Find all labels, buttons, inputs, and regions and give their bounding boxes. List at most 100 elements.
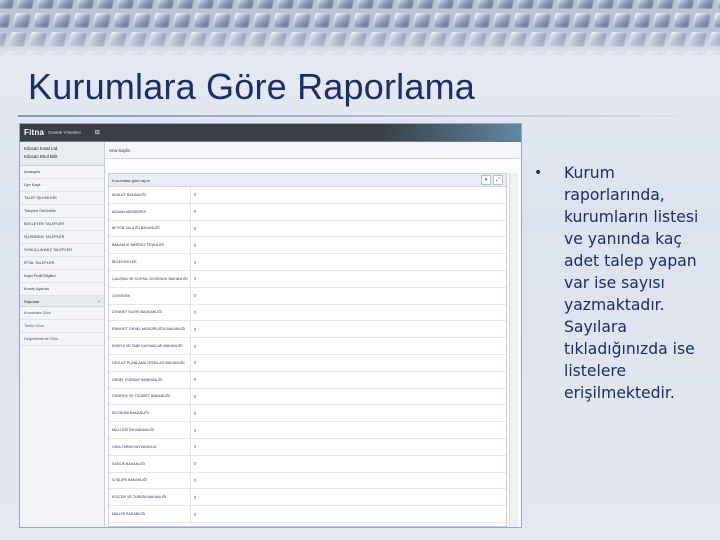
table-row: AFYON VALİLİĞİ BAKANLIĞI 0 [109, 220, 506, 238]
institution-name: ÇALIŞMA VE SOSYAL GÜVENLİK BAKANLIĞI [109, 270, 191, 287]
user-name: Kilosan İnsat Ltd. [24, 146, 59, 151]
table-row: BELEDİYELER 0 [109, 254, 506, 271]
request-count-link[interactable]: 0 [191, 461, 196, 466]
table-row: KÜLTÜR VE TURİZM BAKANLIĞI 0 [109, 489, 506, 507]
slide-title: Kurumlara Göre Raporlama [28, 66, 475, 107]
request-count-link[interactable]: 0 [191, 260, 196, 265]
institution-name: GIDA TARIM HAYVANCILIK [109, 438, 191, 455]
request-count-link[interactable]: 0 [191, 512, 196, 517]
chevron-up-icon[interactable]: ^ [98, 299, 100, 304]
sidebar-item[interactable]: Kayıt Profil Bilgileri [20, 270, 104, 283]
institution-name: ÇEKİRDEK [109, 287, 191, 304]
table-row: ÇALIŞMA VE SOSYAL GÜVENLİK BAKANLIĞI 0 [109, 270, 506, 288]
main-breadcrumb[interactable]: Ana Sayfa [105, 142, 521, 159]
sidebar-report-item[interactable]: Kurumlara Göre [20, 307, 104, 320]
institution-name: ADNAN MENDERES [109, 203, 191, 220]
request-count-link[interactable]: 0 [191, 411, 196, 416]
sidebar-item[interactable]: Üye Kayıt [20, 179, 104, 192]
table-row: ÇEKİRDEK 0 [109, 287, 506, 305]
sidebar-report-item[interactable]: Tarihe Göre [20, 320, 104, 333]
report-panel: Kurumlara göre rapor ▾ ⤢ ADALET BAKANLIĞ… [108, 173, 507, 527]
institution-name: SAĞLIK BAKANLIĞI [109, 455, 191, 472]
sidebar-item[interactable]: Kurum Ayarları [20, 283, 104, 296]
institution-name: ULAŞTIRMA BAKANLIĞI [109, 522, 191, 527]
sidebar-item[interactable]: İŞLEMDEKİ TALEPLER [20, 231, 104, 244]
request-count-link[interactable]: 0 [191, 310, 196, 315]
table-row: ENERJİ VE TABİİ KAYNAKLAR BAKANLIĞI 0 [109, 338, 506, 355]
sidebar-item[interactable]: TALEP İŞLEMLERİ [20, 192, 104, 205]
request-count-link[interactable]: 0 [191, 495, 196, 500]
institution-name: BELEDİYELER [109, 254, 191, 270]
institution-name: DİYANET İŞLERİ BAŞKANLIĞI [109, 304, 191, 321]
request-count-link[interactable]: 0 [191, 377, 196, 382]
sidebar-item[interactable]: Anasayfa [20, 166, 104, 179]
table-row: ADNAN MENDERES 0 [109, 203, 506, 221]
expand-icon[interactable]: ⤢ [493, 175, 503, 185]
institution-name: KÜLTÜR VE TURİZM BAKANLIĞI [109, 489, 191, 506]
request-count-link[interactable]: 0 [191, 293, 196, 298]
request-count-link[interactable]: 0 [191, 444, 196, 449]
institution-name: DEVLET PLANLAMA TEŞKİLATI BAKANLIĞI [109, 354, 191, 371]
institution-name: EKONOMİ BAKANLIĞI [109, 405, 191, 422]
table-row: ADALET BAKANLIĞI 0 [109, 187, 506, 204]
sidebar-item[interactable]: İPTAL TALEPLER [20, 257, 104, 270]
menu-toggle-icon[interactable]: ⊟ [95, 129, 100, 136]
sidebar-user-info: Kilosan İnsat Ltd. Kilosan Ekol Bilit [20, 142, 104, 166]
table-row: EKONOMİ BAKANLIĞI 0 [109, 405, 506, 423]
sidebar-item[interactable]: Talepleri Görüntüle [20, 205, 104, 218]
request-count-link[interactable]: 0 [191, 360, 196, 365]
app-logo[interactable]: Fitna [24, 128, 44, 137]
sidebar-item[interactable]: BEKLEYEN TALEPLER [20, 218, 104, 231]
sidebar: Kilosan İnsat Ltd. Kilosan Ekol Bilit An… [20, 142, 105, 527]
table-row: GIDA TARIM HAYVANCILIK 0 [109, 438, 506, 456]
sidebar-reports-menu: Kurumlara Göre Tarihe Göre Değerlendirme G… [20, 307, 104, 346]
report-table: ADALET BAKANLIĞI 0 ADNAN MENDERES 0 AFYON VA… [109, 187, 506, 527]
report-panel-header: Kurumlara göre rapor ▾ ⤢ [109, 174, 506, 187]
table-row: ULAŞTIRMA BAKANLIĞI0 [109, 522, 506, 527]
table-row: EMNİYET GENEL MÜDÜRLÜĞÜ BAKANLIĞI 0 [109, 321, 506, 339]
institution-name: AFYON VALİLİĞİ BAKANLIĞI [109, 220, 191, 237]
vertical-scrollbar[interactable] [509, 173, 518, 527]
request-count-link[interactable]: 0 [191, 327, 196, 332]
app-screenshot: Fitna Destek Yönetimi ⊟ Kilosan İnsat Lt… [19, 123, 522, 528]
request-count-link[interactable]: 0 [191, 209, 196, 214]
request-count-link[interactable]: 0 [191, 276, 196, 281]
main-content: Ana Sayfa Kurumlara göre rapor ▾ ⤢ ADALE… [105, 142, 521, 527]
request-count-link[interactable]: 0 [191, 226, 196, 231]
institution-name: BAKANLIK MERKEZ TEŞKİLATI [109, 237, 191, 254]
sidebar-report-item[interactable]: Değerlendirme Göre [20, 333, 104, 346]
request-count-link[interactable]: 0 [191, 243, 196, 248]
institution-name: GÜMRÜK VE TİCARET BAKANLIĞI [109, 388, 191, 405]
collapse-icon[interactable]: ▾ [481, 175, 491, 185]
decorative-banner [0, 0, 720, 55]
bullet-text: Kurum raporlarında, kurumların listesi v… [564, 164, 699, 402]
institution-name: ENERJİ VE TABİİ KAYNAKLAR BAKANLIĞI [109, 338, 191, 354]
table-row: MALİYE BAKANLIĞI 0 [109, 506, 506, 523]
table-row: BAKANLIK MERKEZ TEŞKİLATI 0 [109, 237, 506, 255]
sidebar-section-reports[interactable]: Raporlar ^ [20, 296, 104, 307]
app-logo-subtitle: Destek Yönetimi [48, 130, 81, 135]
bullet-icon: • [534, 165, 543, 181]
title-underline [18, 115, 698, 117]
table-row: SAĞLIK BAKANLIĞI 0 [109, 455, 506, 473]
request-count-link[interactable]: 0 [191, 344, 196, 349]
institution-name: ADALET BAKANLIĞI [109, 187, 191, 203]
institution-name: MALİYE BAKANLIĞI [109, 506, 191, 522]
request-count-link[interactable]: 0 [191, 478, 196, 483]
table-row: MİLLİ EĞİTİM BAKANLIĞI 0 [109, 422, 506, 439]
banner-fade [0, 0, 720, 55]
table-row: GÜMRÜK VE TİCARET BAKANLIĞI 0 [109, 388, 506, 406]
user-organization: Kilosan Ekol Bilit [24, 154, 58, 159]
table-row: İÇİŞLERİ BAKANLIĞI 0 [109, 472, 506, 490]
sidebar-menu: Anasayfa Üye Kayıt TALEP İŞLEMLERİ Talepler… [20, 166, 104, 296]
sidebar-section-label: Raporlar [24, 298, 40, 304]
table-row: DİYANET İŞLERİ BAŞKANLIĞI 0 [109, 304, 506, 322]
sidebar-item[interactable]: SONUÇLANMIŞ TALEPLER [20, 244, 104, 257]
institution-name: GENEL KURMAY BAŞKANLIĞI [109, 371, 191, 388]
report-panel-title: Kurumlara göre rapor [112, 177, 151, 183]
request-count-link[interactable]: 0 [191, 192, 196, 197]
request-count-link[interactable]: 0 [191, 394, 196, 399]
app-header: Fitna Destek Yönetimi ⊟ [20, 124, 521, 142]
request-count-link[interactable]: 0 [191, 428, 196, 433]
institution-name: MİLLİ EĞİTİM BAKANLIĞI [109, 422, 191, 438]
